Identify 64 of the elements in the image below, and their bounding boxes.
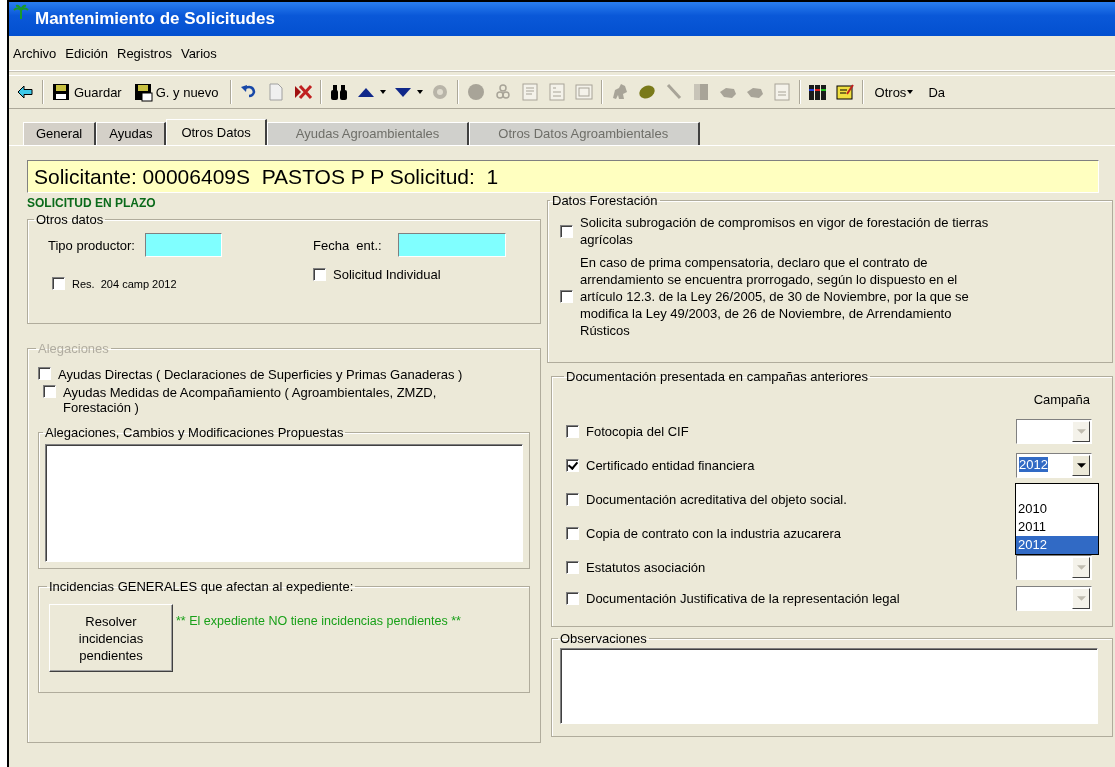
menu-item[interactable]: Archivo — [13, 45, 57, 61]
checkbox[interactable] — [566, 424, 579, 438]
checkbox-label: Copia de contrato con la industria azucarera — [586, 525, 842, 541]
text-area[interactable] — [560, 648, 1098, 724]
checkbox[interactable] — [566, 458, 579, 472]
column-header: Campaña — [1033, 392, 1090, 407]
checkbox[interactable] — [313, 268, 326, 281]
status-label: SOLICITUD EN PLAZO — [27, 196, 157, 210]
checkbox-label: Ayudas Medidas de Acompañamiento ( Agroambientales, ZMZD, Forestación ) — [63, 385, 438, 415]
checkbox-label: Solicita subrogación de compromisos en vigor de forestación de tierras agrícolas — [580, 214, 990, 248]
tab[interactable]: Ayudas — [96, 122, 167, 145]
input-field[interactable] — [144, 233, 222, 257]
checkbox-label: Estatutos asociación — [586, 559, 706, 575]
combo-value: 2012 — [1019, 456, 1048, 472]
checkbox-label: Ayudas Directas ( Declaraciones de Superficies y Primas Ganaderas ) — [58, 367, 463, 382]
tab[interactable]: Otros Datos — [166, 119, 267, 145]
text-area[interactable] — [45, 444, 523, 562]
checkbox[interactable] — [560, 224, 573, 238]
menu-item[interactable]: Registros — [117, 45, 172, 61]
group-title: Documentación presentada en campañas anteriores — [565, 369, 870, 384]
checkbox-label: Documentación Justificativa de la representación legal — [586, 590, 900, 606]
checkbox-label: En caso de prima compensatoria, declaro que el contrato de arrendamiento se encuentra prorrogado, según lo dispuesto en el artículo 12.3. de la Ley 26/2005, de 30 de Noviembre, por la que se modifica la Ley 49/2003, de 26 de Noviembre, de Arrendamiento Rústicos — [580, 254, 970, 339]
save-button[interactable]: Guardar — [51, 82, 126, 102]
toolbar-menu[interactable]: Da — [924, 84, 949, 100]
binoculars-icon[interactable] — [328, 82, 349, 102]
field-label: Fecha ent.: — [313, 237, 382, 253]
caret-icon — [907, 90, 914, 94]
caret-icon[interactable] — [416, 90, 423, 94]
checkbox[interactable] — [52, 277, 65, 290]
window-title: Mantenimiento de Solicitudes — [35, 9, 275, 29]
group-title: Incidencias GENERALES que afectan al expediente: — [48, 579, 355, 594]
group-title: Alegaciones, Cambios y Modificaciones Propuestas — [44, 425, 345, 440]
checkbox[interactable] — [560, 290, 573, 303]
checkbox-label: Certificado entidad financiera — [586, 457, 755, 473]
dropdown-option[interactable]: 2012 — [1016, 535, 1098, 554]
other-menu[interactable]: Otros — [870, 84, 918, 100]
checkbox[interactable] — [566, 492, 579, 506]
dropdown-arrow-icon[interactable] — [1076, 462, 1086, 468]
menu-item[interactable]: Varios — [180, 45, 217, 61]
delete-icon[interactable] — [292, 82, 313, 102]
save-and-new-button[interactable]: G. y nuevo — [132, 82, 223, 102]
dropdown-option[interactable]: 2011 — [1016, 517, 1098, 536]
checkbox[interactable] — [566, 591, 579, 605]
input-field[interactable] — [397, 233, 506, 257]
checkbox[interactable] — [566, 526, 579, 540]
group-title: Alegaciones — [37, 341, 110, 356]
checkbox-label: Solicitud Individual — [333, 267, 441, 282]
notepad-icon[interactable] — [834, 82, 855, 102]
menu-item[interactable]: Edición — [65, 45, 108, 61]
field-label: Tipo productor: — [48, 237, 135, 253]
caret-icon[interactable] — [379, 90, 386, 94]
applicant-banner: Solicitante: 00006409S PASTOS P P Solicitud: 1 — [27, 160, 1099, 193]
checkbox-label: Documentación acreditativa del objeto social. — [586, 491, 847, 507]
group-title: Datos Forestación — [551, 193, 659, 208]
palm-tree-icon — [13, 4, 29, 20]
checkbox-label: Res. 204 camp 2012 — [72, 277, 177, 290]
incidents-message: ** El expediente NO tiene incidencias pendientes ** — [176, 614, 461, 628]
tab[interactable]: General — [23, 122, 97, 145]
checkbox[interactable] — [566, 560, 579, 574]
group-title: Otros datos — [35, 212, 105, 227]
dropdown-option[interactable]: 2010 — [1016, 499, 1098, 518]
group-title: Observaciones — [559, 631, 648, 646]
checkbox-label: Fotocopia del CIF — [586, 423, 689, 439]
binders-icon[interactable] — [807, 82, 828, 102]
